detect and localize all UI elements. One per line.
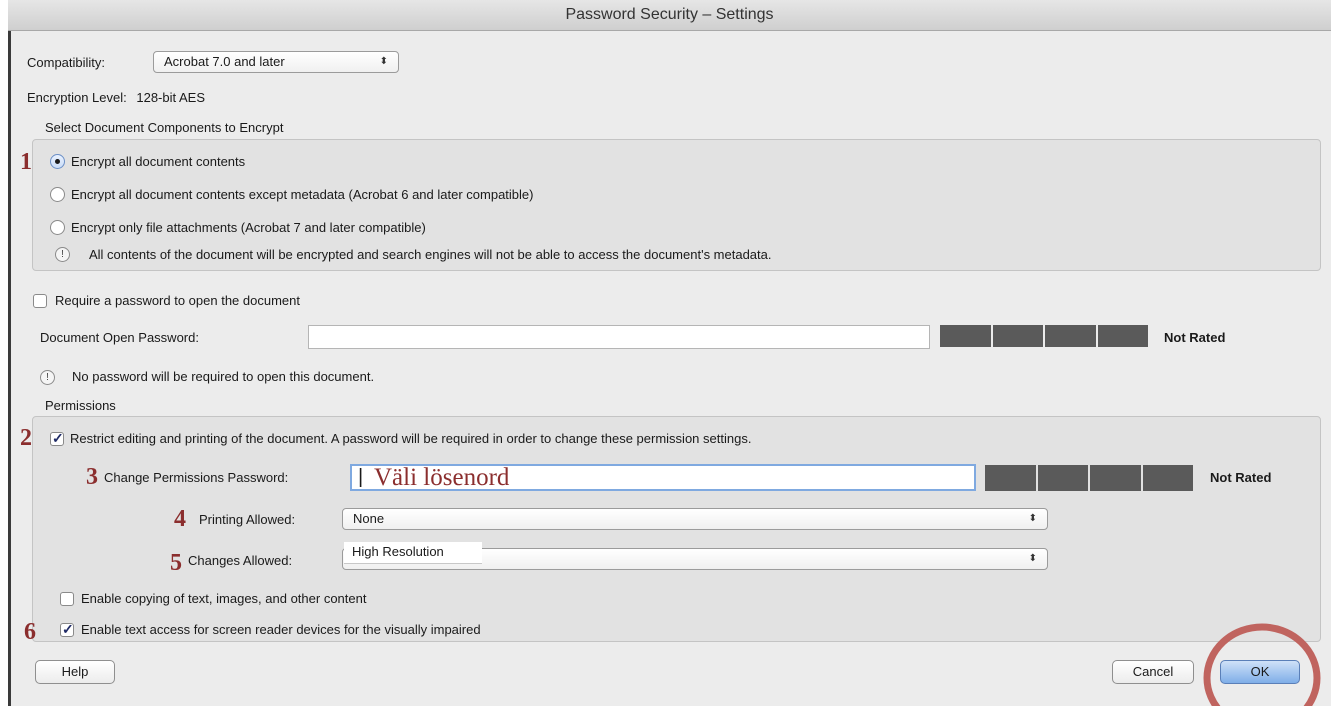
require-open-password-checkbox[interactable]: [33, 294, 47, 308]
radio-encrypt-except-metadata-label[interactable]: Encrypt all document contents except met…: [71, 186, 533, 204]
chevron-updown-icon: ⬍: [1028, 513, 1037, 524]
chevron-updown-icon: ⬍: [379, 56, 388, 67]
annotation-2: 2: [20, 425, 32, 451]
open-password-input[interactable]: [308, 325, 930, 349]
help-button[interactable]: Help: [35, 660, 115, 684]
permissions-password-input[interactable]: | Väli lösenord: [350, 464, 976, 491]
annotation-3: 3: [86, 464, 98, 490]
encryption-level-title: Encryption Level:: [27, 90, 127, 105]
info-icon: !: [40, 370, 55, 385]
radio-encrypt-except-metadata[interactable]: [50, 187, 65, 202]
permissions-password-strength-meter: [985, 465, 1193, 491]
permissions-heading: Permissions: [45, 398, 116, 413]
annotation-5: 5: [170, 550, 182, 576]
screen-reader-checkbox[interactable]: ✓: [60, 621, 74, 637]
components-notice: All contents of the document will be enc…: [89, 247, 772, 262]
annotation-4: 4: [174, 506, 186, 532]
components-heading: Select Document Components to Encrypt: [45, 120, 284, 135]
printing-allowed-label: Printing Allowed:: [199, 512, 296, 527]
encryption-level-label: Encryption Level: 128-bit AES: [27, 89, 205, 107]
screen-reader-label[interactable]: Enable text access for screen reader dev…: [81, 621, 481, 639]
chevron-updown-icon: ⬍: [1028, 553, 1037, 564]
annotation-1: 1: [20, 149, 32, 175]
radio-encrypt-attachments[interactable]: [50, 220, 65, 235]
open-password-notice: No password will be required to open thi…: [72, 369, 375, 384]
require-open-password-label[interactable]: Require a password to open the document: [55, 292, 300, 310]
changes-allowed-value[interactable]: High Resolution: [344, 542, 482, 564]
enable-copying-label[interactable]: Enable copying of text, images, and othe…: [81, 590, 366, 608]
permissions-password-value: Väli lösenord: [374, 464, 510, 491]
open-password-strength-meter: [940, 325, 1148, 347]
open-password-rating: Not Rated: [1164, 330, 1226, 345]
restrict-editing-checkbox[interactable]: ✓: [50, 430, 64, 446]
enable-copying-checkbox[interactable]: [60, 592, 74, 606]
radio-encrypt-all-label[interactable]: Encrypt all document contents: [71, 153, 245, 171]
printing-allowed-value: None: [353, 511, 385, 526]
changes-allowed-label: Changes Allowed:: [188, 553, 293, 568]
permissions-password-label: Change Permissions Password:: [104, 470, 289, 485]
compatibility-value: Acrobat 7.0 and later: [164, 54, 285, 69]
info-icon: !: [55, 247, 70, 262]
compatibility-label: Compatibility:: [27, 55, 106, 70]
radio-encrypt-attachments-label[interactable]: Encrypt only file attachments (Acrobat 7…: [71, 219, 426, 237]
window-title: Password Security – Settings: [8, 0, 1331, 31]
compatibility-select[interactable]: Acrobat 7.0 and later ⬍: [153, 51, 399, 73]
text-cursor: |: [358, 466, 364, 488]
encryption-level-value: 128-bit AES: [136, 90, 206, 105]
restrict-editing-label[interactable]: Restrict editing and printing of the doc…: [70, 430, 751, 448]
permissions-password-rating: Not Rated: [1210, 470, 1272, 485]
cancel-button[interactable]: Cancel: [1112, 660, 1194, 684]
open-password-label: Document Open Password:: [40, 330, 199, 345]
radio-encrypt-all[interactable]: [50, 154, 65, 169]
printing-allowed-select[interactable]: None ⬍: [342, 508, 1048, 530]
annotation-6: 6: [24, 619, 36, 645]
annotation-circle: [1203, 623, 1321, 706]
